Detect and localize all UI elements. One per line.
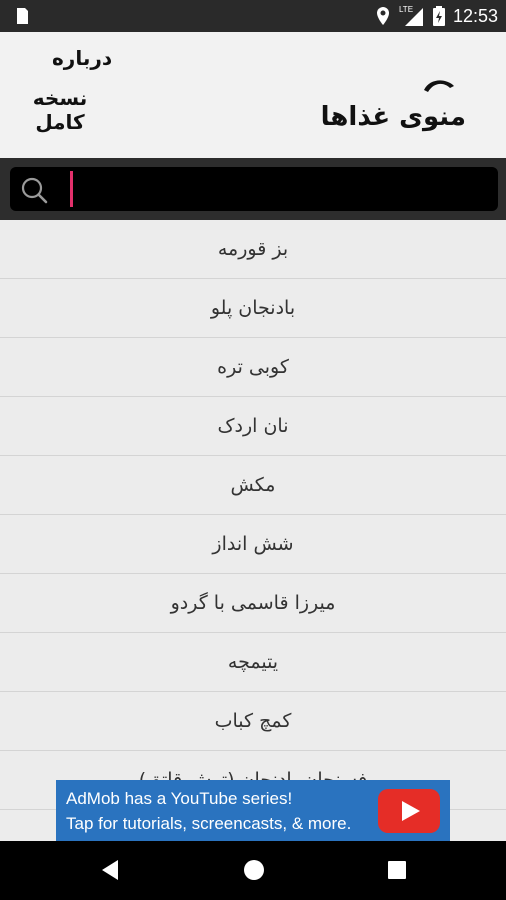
list-item[interactable]: نان اردک — [0, 397, 506, 456]
list-item-label: شش انداز — [212, 533, 294, 555]
list-item-label: بادنجان پلو — [210, 297, 296, 319]
app-logo: منوی غذاها — [321, 76, 466, 136]
back-icon[interactable] — [96, 855, 126, 885]
text-cursor — [70, 171, 73, 207]
list-item[interactable]: میرزا قاسمی با گردو — [0, 574, 506, 633]
logo-swoosh-icon — [424, 80, 454, 92]
list-item[interactable]: کمچ کباب — [0, 692, 506, 751]
clock: 12:53 — [452, 5, 498, 26]
list-item[interactable]: کوبی تره — [0, 338, 506, 397]
recents-icon[interactable] — [382, 855, 412, 885]
search-box[interactable] — [10, 167, 498, 211]
about-link[interactable]: درباره — [52, 46, 112, 70]
navigation-bar — [0, 841, 506, 900]
app-header: درباره نسخه کامل منوی غذاها — [0, 32, 506, 158]
ad-headline: AdMob has a YouTube series! — [66, 789, 293, 808]
location-icon — [376, 7, 389, 25]
list-item[interactable]: بادنجان پلو — [0, 279, 506, 338]
battery-icon — [432, 6, 445, 26]
list-item[interactable]: مکش — [0, 456, 506, 515]
signal-icon — [404, 8, 423, 26]
list-item-label: کمچ کباب — [214, 710, 292, 732]
list-item-label: نان اردک — [217, 415, 289, 437]
ad-subline: Tap for tutorials, screencasts, & more. — [66, 814, 352, 833]
list-item-label: میرزا قاسمی با گردو — [170, 592, 336, 614]
search-input[interactable] — [62, 167, 492, 211]
status-bar: LTE 12:53 — [0, 0, 506, 32]
list-item-label: کوبی تره — [217, 356, 289, 378]
search-bar — [0, 158, 506, 220]
list-item-label: بز قورمه — [217, 238, 289, 260]
home-icon[interactable] — [239, 855, 269, 885]
youtube-play-icon[interactable] — [378, 789, 440, 833]
full-version-link[interactable]: نسخه کامل — [30, 86, 90, 134]
logo-text: منوی غذاها — [320, 102, 466, 132]
list-item[interactable]: یتیمچه — [0, 633, 506, 692]
list-item-label: مکش — [230, 474, 276, 496]
list-item[interactable]: بز قورمه — [0, 220, 506, 279]
list-item[interactable]: شش انداز — [0, 515, 506, 574]
sd-card-icon — [17, 8, 28, 24]
list-item-label: یتیمچه — [227, 651, 279, 673]
food-list: بز قورمه بادنجان پلو کوبی تره نان اردک م… — [0, 220, 506, 841]
ad-banner[interactable]: AdMob has a YouTube series! Tap for tuto… — [56, 780, 450, 841]
search-icon[interactable] — [20, 176, 48, 204]
